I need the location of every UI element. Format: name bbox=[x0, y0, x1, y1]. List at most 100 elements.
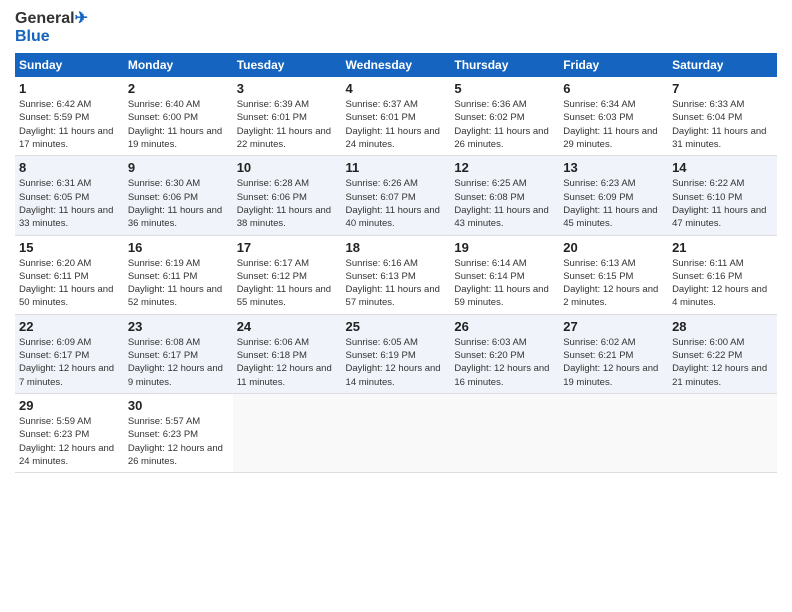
day-number: 13 bbox=[563, 160, 664, 175]
calendar-cell bbox=[450, 393, 559, 472]
day-number: 23 bbox=[128, 319, 229, 334]
day-number: 25 bbox=[346, 319, 447, 334]
day-number: 3 bbox=[237, 81, 338, 96]
calendar-cell bbox=[559, 393, 668, 472]
calendar-cell bbox=[342, 393, 451, 472]
day-info: Sunrise: 6:22 AMSunset: 6:10 PMDaylight:… bbox=[672, 178, 766, 229]
calendar-cell: 15 Sunrise: 6:20 AMSunset: 6:11 PMDaylig… bbox=[15, 235, 124, 314]
calendar-cell: 20 Sunrise: 6:13 AMSunset: 6:15 PMDaylig… bbox=[559, 235, 668, 314]
header: General✈ Blue bbox=[15, 10, 777, 45]
day-info: Sunrise: 5:59 AMSunset: 6:23 PMDaylight:… bbox=[19, 416, 114, 467]
calendar-cell: 8 Sunrise: 6:31 AMSunset: 6:05 PMDayligh… bbox=[15, 156, 124, 235]
day-info: Sunrise: 6:39 AMSunset: 6:01 PMDaylight:… bbox=[237, 99, 331, 150]
day-info: Sunrise: 6:09 AMSunset: 6:17 PMDaylight:… bbox=[19, 337, 114, 388]
calendar-cell: 7 Sunrise: 6:33 AMSunset: 6:04 PMDayligh… bbox=[668, 77, 777, 156]
day-number: 22 bbox=[19, 319, 120, 334]
day-info: Sunrise: 6:36 AMSunset: 6:02 PMDaylight:… bbox=[454, 99, 548, 150]
day-number: 4 bbox=[346, 81, 447, 96]
calendar-cell: 13 Sunrise: 6:23 AMSunset: 6:09 PMDaylig… bbox=[559, 156, 668, 235]
calendar-cell: 6 Sunrise: 6:34 AMSunset: 6:03 PMDayligh… bbox=[559, 77, 668, 156]
day-info: Sunrise: 6:00 AMSunset: 6:22 PMDaylight:… bbox=[672, 337, 767, 388]
day-number: 27 bbox=[563, 319, 664, 334]
calendar-week-3: 15 Sunrise: 6:20 AMSunset: 6:11 PMDaylig… bbox=[15, 235, 777, 314]
calendar-cell: 11 Sunrise: 6:26 AMSunset: 6:07 PMDaylig… bbox=[342, 156, 451, 235]
day-number: 14 bbox=[672, 160, 773, 175]
day-number: 10 bbox=[237, 160, 338, 175]
calendar-cell: 29 Sunrise: 5:59 AMSunset: 6:23 PMDaylig… bbox=[15, 393, 124, 472]
calendar-cell: 4 Sunrise: 6:37 AMSunset: 6:01 PMDayligh… bbox=[342, 77, 451, 156]
day-number: 11 bbox=[346, 160, 447, 175]
calendar-week-2: 8 Sunrise: 6:31 AMSunset: 6:05 PMDayligh… bbox=[15, 156, 777, 235]
calendar-cell: 18 Sunrise: 6:16 AMSunset: 6:13 PMDaylig… bbox=[342, 235, 451, 314]
logo-line2: Blue bbox=[15, 28, 50, 46]
day-info: Sunrise: 6:19 AMSunset: 6:11 PMDaylight:… bbox=[128, 258, 222, 309]
day-number: 16 bbox=[128, 240, 229, 255]
calendar-cell: 9 Sunrise: 6:30 AMSunset: 6:06 PMDayligh… bbox=[124, 156, 233, 235]
day-info: Sunrise: 6:37 AMSunset: 6:01 PMDaylight:… bbox=[346, 99, 440, 150]
logo-line1: General✈ bbox=[15, 10, 88, 28]
day-info: Sunrise: 6:34 AMSunset: 6:03 PMDaylight:… bbox=[563, 99, 657, 150]
day-info: Sunrise: 6:33 AMSunset: 6:04 PMDaylight:… bbox=[672, 99, 766, 150]
day-info: Sunrise: 6:03 AMSunset: 6:20 PMDaylight:… bbox=[454, 337, 549, 388]
calendar-cell: 3 Sunrise: 6:39 AMSunset: 6:01 PMDayligh… bbox=[233, 77, 342, 156]
day-number: 28 bbox=[672, 319, 773, 334]
day-number: 26 bbox=[454, 319, 555, 334]
calendar-cell: 14 Sunrise: 6:22 AMSunset: 6:10 PMDaylig… bbox=[668, 156, 777, 235]
calendar-cell: 28 Sunrise: 6:00 AMSunset: 6:22 PMDaylig… bbox=[668, 314, 777, 393]
calendar-cell: 30 Sunrise: 5:57 AMSunset: 6:23 PMDaylig… bbox=[124, 393, 233, 472]
day-number: 30 bbox=[128, 398, 229, 413]
calendar-cell: 27 Sunrise: 6:02 AMSunset: 6:21 PMDaylig… bbox=[559, 314, 668, 393]
day-info: Sunrise: 5:57 AMSunset: 6:23 PMDaylight:… bbox=[128, 416, 223, 467]
day-info: Sunrise: 6:02 AMSunset: 6:21 PMDaylight:… bbox=[563, 337, 658, 388]
day-number: 20 bbox=[563, 240, 664, 255]
weekday-saturday: Saturday bbox=[668, 53, 777, 77]
day-info: Sunrise: 6:28 AMSunset: 6:06 PMDaylight:… bbox=[237, 178, 331, 229]
calendar-cell: 24 Sunrise: 6:06 AMSunset: 6:18 PMDaylig… bbox=[233, 314, 342, 393]
day-info: Sunrise: 6:26 AMSunset: 6:07 PMDaylight:… bbox=[346, 178, 440, 229]
calendar-week-5: 29 Sunrise: 5:59 AMSunset: 6:23 PMDaylig… bbox=[15, 393, 777, 472]
weekday-tuesday: Tuesday bbox=[233, 53, 342, 77]
calendar-cell: 26 Sunrise: 6:03 AMSunset: 6:20 PMDaylig… bbox=[450, 314, 559, 393]
day-info: Sunrise: 6:14 AMSunset: 6:14 PMDaylight:… bbox=[454, 258, 548, 309]
main-container: General✈ Blue SundayMondayTuesdayWednesd… bbox=[0, 0, 792, 483]
day-number: 19 bbox=[454, 240, 555, 255]
day-number: 6 bbox=[563, 81, 664, 96]
day-number: 7 bbox=[672, 81, 773, 96]
day-info: Sunrise: 6:20 AMSunset: 6:11 PMDaylight:… bbox=[19, 258, 113, 309]
day-info: Sunrise: 6:08 AMSunset: 6:17 PMDaylight:… bbox=[128, 337, 223, 388]
weekday-friday: Friday bbox=[559, 53, 668, 77]
day-info: Sunrise: 6:16 AMSunset: 6:13 PMDaylight:… bbox=[346, 258, 440, 309]
day-number: 24 bbox=[237, 319, 338, 334]
day-info: Sunrise: 6:42 AMSunset: 5:59 PMDaylight:… bbox=[19, 99, 113, 150]
logo-text-block: General✈ Blue bbox=[15, 10, 88, 45]
day-number: 17 bbox=[237, 240, 338, 255]
day-info: Sunrise: 6:25 AMSunset: 6:08 PMDaylight:… bbox=[454, 178, 548, 229]
day-info: Sunrise: 6:13 AMSunset: 6:15 PMDaylight:… bbox=[563, 258, 658, 309]
day-number: 8 bbox=[19, 160, 120, 175]
weekday-header-row: SundayMondayTuesdayWednesdayThursdayFrid… bbox=[15, 53, 777, 77]
calendar-cell: 5 Sunrise: 6:36 AMSunset: 6:02 PMDayligh… bbox=[450, 77, 559, 156]
day-info: Sunrise: 6:06 AMSunset: 6:18 PMDaylight:… bbox=[237, 337, 332, 388]
calendar-week-1: 1 Sunrise: 6:42 AMSunset: 5:59 PMDayligh… bbox=[15, 77, 777, 156]
calendar-cell: 1 Sunrise: 6:42 AMSunset: 5:59 PMDayligh… bbox=[15, 77, 124, 156]
calendar-table: SundayMondayTuesdayWednesdayThursdayFrid… bbox=[15, 53, 777, 473]
day-info: Sunrise: 6:31 AMSunset: 6:05 PMDaylight:… bbox=[19, 178, 113, 229]
weekday-sunday: Sunday bbox=[15, 53, 124, 77]
day-number: 1 bbox=[19, 81, 120, 96]
calendar-cell: 22 Sunrise: 6:09 AMSunset: 6:17 PMDaylig… bbox=[15, 314, 124, 393]
calendar-cell: 23 Sunrise: 6:08 AMSunset: 6:17 PMDaylig… bbox=[124, 314, 233, 393]
day-number: 12 bbox=[454, 160, 555, 175]
day-info: Sunrise: 6:05 AMSunset: 6:19 PMDaylight:… bbox=[346, 337, 441, 388]
day-number: 9 bbox=[128, 160, 229, 175]
calendar-cell: 10 Sunrise: 6:28 AMSunset: 6:06 PMDaylig… bbox=[233, 156, 342, 235]
calendar-cell: 21 Sunrise: 6:11 AMSunset: 6:16 PMDaylig… bbox=[668, 235, 777, 314]
day-info: Sunrise: 6:23 AMSunset: 6:09 PMDaylight:… bbox=[563, 178, 657, 229]
day-number: 29 bbox=[19, 398, 120, 413]
day-info: Sunrise: 6:17 AMSunset: 6:12 PMDaylight:… bbox=[237, 258, 331, 309]
day-number: 15 bbox=[19, 240, 120, 255]
day-number: 21 bbox=[672, 240, 773, 255]
calendar-cell: 19 Sunrise: 6:14 AMSunset: 6:14 PMDaylig… bbox=[450, 235, 559, 314]
weekday-wednesday: Wednesday bbox=[342, 53, 451, 77]
weekday-thursday: Thursday bbox=[450, 53, 559, 77]
day-info: Sunrise: 6:30 AMSunset: 6:06 PMDaylight:… bbox=[128, 178, 222, 229]
